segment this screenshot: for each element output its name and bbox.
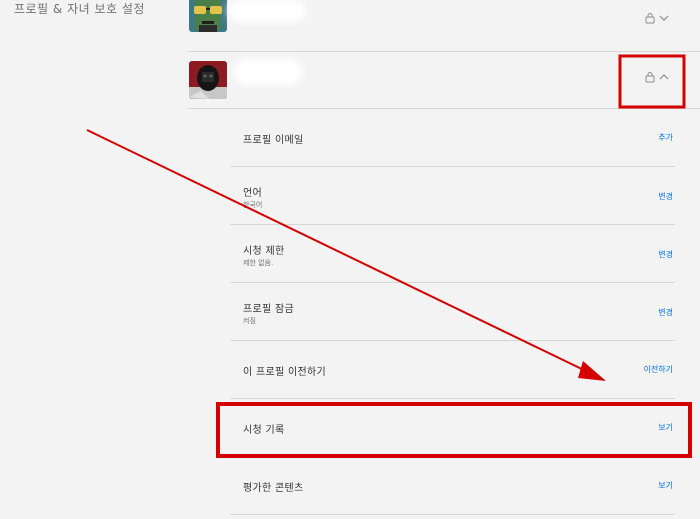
view-link[interactable]: 보기 (658, 422, 673, 433)
setting-viewing-restrictions[interactable]: 시청 제한 제한 없음. 변경 (230, 225, 675, 283)
profile-row-2[interactable] (188, 51, 700, 109)
chevron-down-icon (659, 15, 669, 21)
setting-value: 켜짐 (243, 317, 256, 325)
profile-name-hidden (228, 0, 306, 22)
setting-label: 프로필 이메일 (243, 135, 304, 146)
chevron-up-icon (659, 74, 669, 80)
profile-controls[interactable] (644, 12, 670, 24)
lock-icon (645, 72, 655, 83)
setting-viewing-activity[interactable]: 시청 기록 보기 (230, 399, 675, 457)
setting-label: 시청 기록 (243, 425, 285, 436)
transfer-link[interactable]: 이전하기 (644, 364, 673, 375)
section-title: 프로필 & 자녀 보호 설정 (14, 2, 145, 16)
setting-ratings[interactable]: 평가한 콘텐츠 보기 (230, 457, 675, 515)
profile-row-1[interactable] (188, 0, 700, 52)
setting-profile-email[interactable]: 프로필 이메일 추가 (230, 109, 675, 167)
profile-name-hidden (234, 59, 302, 85)
change-link[interactable]: 변경 (658, 191, 673, 202)
masked-guard-avatar (189, 61, 227, 99)
setting-label: 이 프로필 이전하기 (243, 367, 326, 378)
change-link[interactable]: 변경 (658, 307, 673, 318)
change-link[interactable]: 변경 (658, 249, 673, 260)
setting-profile-lock[interactable]: 프로필 잠금 켜짐 변경 (230, 283, 675, 341)
view-link[interactable]: 보기 (658, 480, 673, 491)
setting-label: 프로필 잠금 (243, 304, 294, 315)
profile-controls[interactable] (644, 71, 670, 83)
setting-language[interactable]: 언어 한국어 변경 (230, 167, 675, 225)
setting-value: 한국어 (243, 201, 263, 209)
add-link[interactable]: 추가 (658, 132, 673, 143)
setting-transfer-profile[interactable]: 이 프로필 이전하기 이전하기 (230, 341, 675, 399)
setting-value: 제한 없음. (243, 259, 274, 267)
setting-label: 시청 제한 (243, 246, 285, 257)
sunglasses-face-avatar (189, 0, 227, 32)
setting-label: 평가한 콘텐츠 (243, 483, 304, 494)
setting-label: 언어 (243, 188, 262, 199)
lock-icon (645, 13, 655, 24)
